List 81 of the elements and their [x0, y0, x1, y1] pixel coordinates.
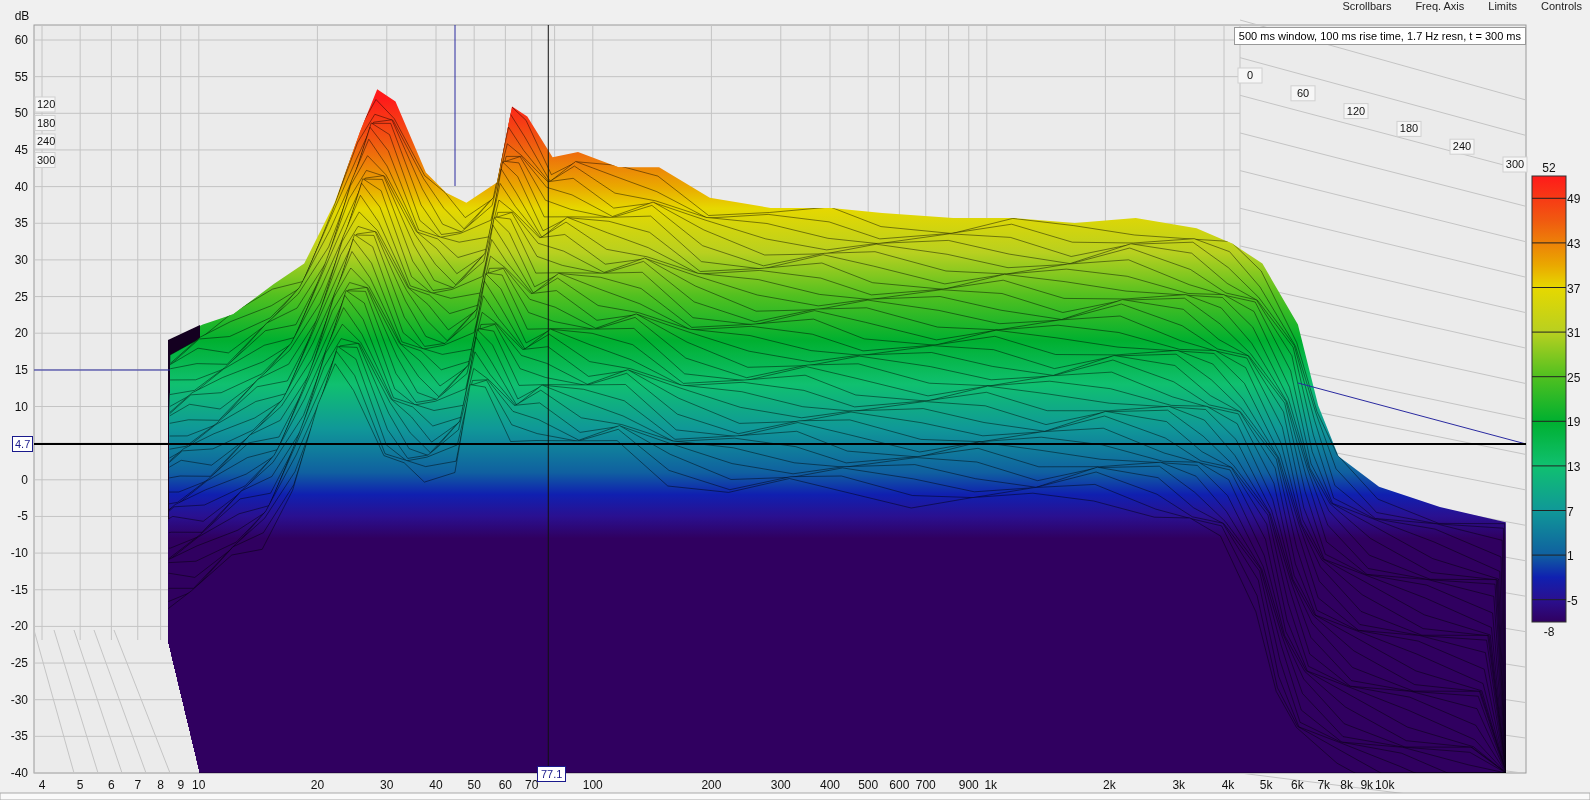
- axis-tick-label: 9k: [1360, 778, 1374, 792]
- axis-tick-label: 25: [14, 289, 28, 304]
- time-axis-label: 180: [37, 116, 56, 129]
- axis-tick-label: 400: [820, 778, 840, 792]
- axis-tick-label: 4: [38, 778, 46, 792]
- axis-tick-label: 7: [134, 778, 142, 792]
- axis-tick-label: 600: [889, 778, 910, 792]
- menu-item[interactable]: Freq. Axis: [1415, 0, 1465, 12]
- axis-tick-label: 20: [310, 778, 325, 792]
- color-scale-label: 31: [1567, 326, 1581, 341]
- color-scale-label: 19: [1567, 415, 1581, 430]
- color-scale-label: 49: [1567, 192, 1581, 207]
- cursor-level-readout: 4.7: [12, 436, 34, 452]
- color-scale-label: 52: [1542, 161, 1556, 175]
- axis-tick-label: -10: [10, 546, 28, 561]
- time-axis-label: 300: [37, 153, 56, 166]
- axis-tick-label: 2k: [1103, 778, 1116, 792]
- time-axis-label: 120: [1346, 104, 1366, 117]
- axis-tick-label: -25: [10, 656, 28, 671]
- axis-tick-label: 500: [858, 778, 879, 792]
- axis-tick-label: 50: [14, 106, 28, 121]
- axis-tick-label: 15: [14, 362, 28, 377]
- time-axis-label: 60: [1296, 86, 1310, 99]
- axis-tick-label: 7k: [1317, 778, 1331, 792]
- axis-tick-label: 50: [467, 778, 481, 792]
- axis-tick-label: 6: [108, 778, 115, 792]
- axis-tick-label: 40: [429, 778, 443, 792]
- color-scale-label: 25: [1567, 370, 1581, 385]
- axis-tick-label: 1k: [984, 778, 998, 792]
- axis-tick-label: 8k: [1340, 778, 1353, 792]
- axis-tick-label: 60: [498, 778, 513, 792]
- color-scale-label: 43: [1567, 236, 1581, 251]
- cursor-frequency-readout: 77.1: [537, 766, 567, 782]
- axis-tick-label: 300: [770, 778, 791, 792]
- time-axis-label: 300: [1505, 158, 1525, 170]
- axis-tick-label: -5: [17, 509, 28, 524]
- axis-tick-label: 55: [14, 69, 28, 84]
- axis-tick-label: 10: [14, 399, 28, 414]
- axis-tick-label: 70: [525, 778, 539, 792]
- axis-tick-label: 700: [915, 778, 936, 792]
- axis-tick-label: 35: [14, 216, 28, 231]
- axis-tick-label: 200: [701, 778, 722, 792]
- axis-tick-label: 5: [76, 778, 84, 792]
- axis-unit-label: dB: [14, 9, 30, 23]
- axis-tick-label: -40: [10, 766, 28, 780]
- color-scale-label: 13: [1567, 459, 1581, 474]
- time-axis-label: 180: [1399, 122, 1419, 135]
- axis-tick-label: 4k: [1221, 778, 1235, 792]
- axis-tick-label: 60: [14, 33, 28, 47]
- axis-tick-label: 45: [14, 142, 28, 157]
- color-scale-label: -5: [1567, 593, 1578, 608]
- axis-tick-label: 3k: [1172, 778, 1186, 792]
- axis-tick-label: 10: [192, 778, 206, 792]
- color-scale-label: -8: [1543, 625, 1555, 639]
- time-axis-label: 120: [37, 98, 56, 110]
- axis-tick-label: 6k: [1291, 778, 1304, 792]
- axis-tick-label: 30: [14, 252, 28, 267]
- axis-tick-label: 100: [582, 778, 603, 792]
- axis-tick-label: 0: [21, 472, 28, 487]
- axis-tick-label: 30: [380, 778, 394, 792]
- axis-tick-label: -15: [10, 582, 28, 597]
- axis-tick-label: 40: [14, 179, 28, 194]
- axis-tick-label: -20: [10, 619, 28, 634]
- axis-tick-label: -30: [10, 692, 28, 707]
- menu-item[interactable]: Scrollbars: [1342, 0, 1392, 12]
- axis-tick-label: 20: [14, 326, 28, 341]
- axis-tick-label: 9: [177, 778, 185, 792]
- axis-tick-label: -35: [10, 729, 28, 744]
- menu-item[interactable]: Controls: [1541, 0, 1582, 12]
- axis-tick-label: 900: [958, 778, 979, 792]
- menu-item[interactable]: Limits: [1488, 0, 1518, 12]
- axis-tick-label: 5k: [1259, 778, 1273, 792]
- axis-tick-label: 10k: [1375, 778, 1395, 792]
- color-scale-label: 1: [1567, 549, 1574, 564]
- color-scale-label: 7: [1567, 504, 1574, 519]
- time-axis-label: 0: [1246, 69, 1254, 81]
- time-axis-label: 240: [1452, 140, 1472, 153]
- color-scale-label: 37: [1567, 281, 1581, 296]
- axis-tick-label: 8: [157, 778, 164, 792]
- measurement-info-label: 500 ms window, 100 ms rise time, 1.7 Hz resn, t = 300 ms: [1233, 27, 1526, 45]
- time-axis-label: 240: [37, 135, 56, 147]
